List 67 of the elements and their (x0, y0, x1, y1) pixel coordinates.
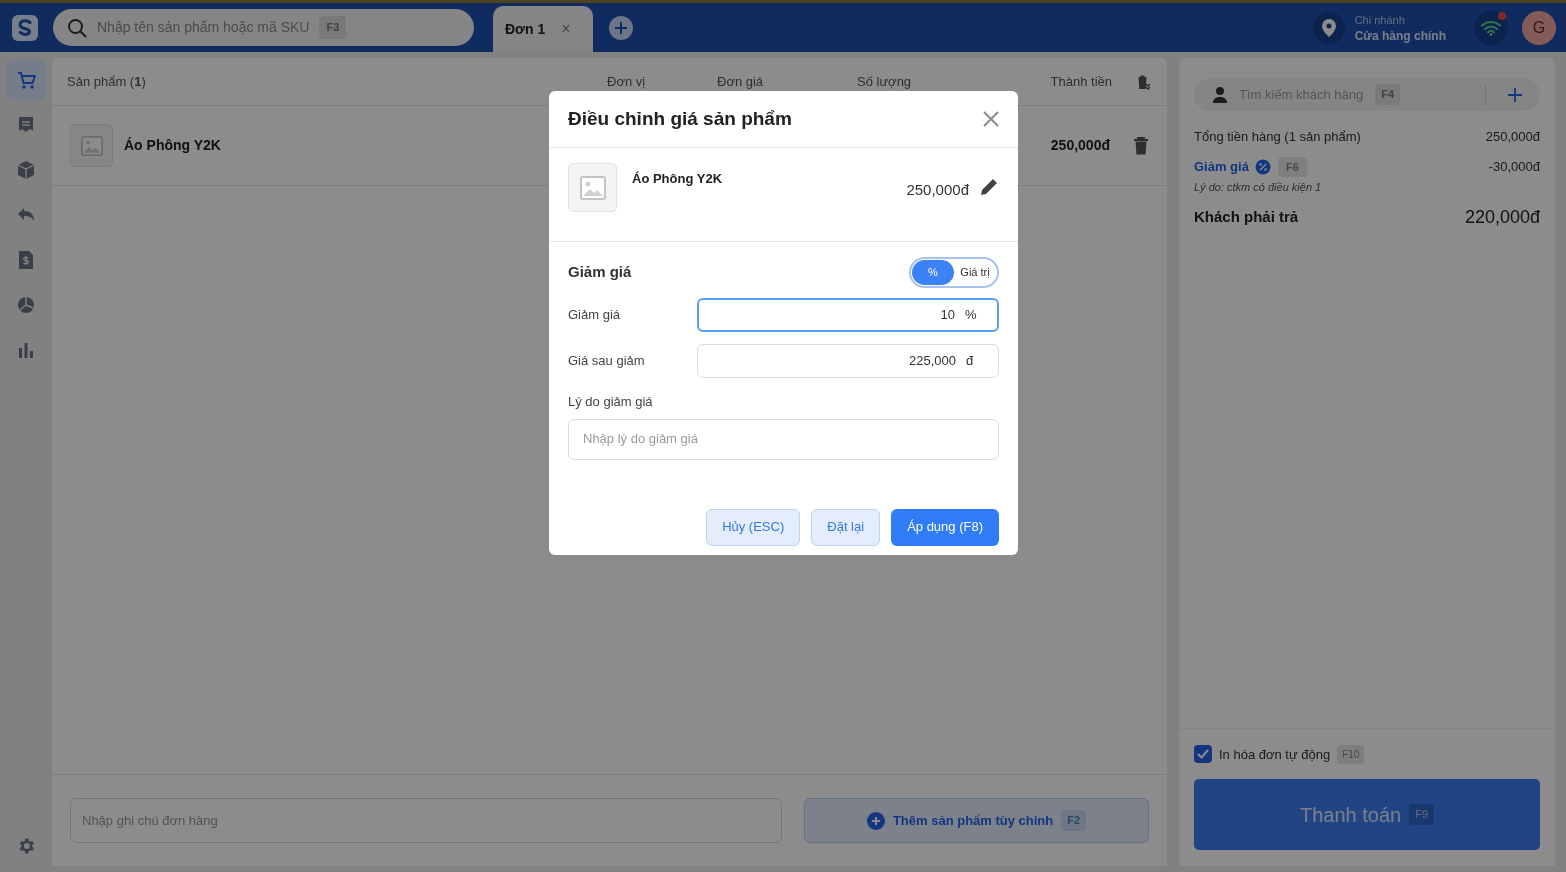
discount-link[interactable]: Giảm giá (1194, 157, 1249, 177)
line-total: 250,000đ (1050, 136, 1110, 155)
apply-button[interactable]: Áp dụng (F8) (891, 508, 999, 546)
invoice-icon (16, 250, 36, 270)
summary-label: Khách phải trả (1194, 206, 1299, 227)
search-field[interactable]: Nhập tên sản phẩm hoặc mã SKU F3 (53, 9, 474, 46)
add-tab-button[interactable] (609, 15, 633, 40)
edit-icon[interactable] (979, 177, 999, 197)
order-tab[interactable]: Đơn 1 × (493, 6, 593, 52)
order-note-field[interactable]: Nhập ghi chú đơn hàng (70, 798, 782, 843)
field-label: Giá sau giảm (568, 352, 646, 371)
checkbox-label: In hóa đơn tự động (1219, 745, 1331, 764)
search-placeholder: Nhập tên sản phẩm hoặc mã SKU (97, 18, 310, 37)
close-icon[interactable] (983, 111, 999, 127)
add-custom-product-button[interactable]: Thêm sản phẩm tùy chỉnh F2 (804, 798, 1149, 843)
checkbox[interactable] (1194, 745, 1212, 764)
dialog-button[interactable]: Hủy (ESC) (706, 508, 801, 546)
pie-chart-icon (16, 295, 36, 315)
shortcut-key: F9 (1409, 804, 1434, 825)
number-field[interactable]: 10 % (697, 298, 999, 332)
column-header: Đơn giá (717, 72, 765, 91)
dialog-button[interactable]: Đặt lại (811, 508, 881, 546)
box-icon (16, 160, 36, 180)
column-header: Thành tiền (1049, 72, 1112, 91)
person-icon (1213, 86, 1227, 103)
logo-icon (12, 14, 38, 41)
plus-icon (614, 20, 628, 35)
product-name: Áo Phông Y2K (124, 136, 222, 155)
total-value: 220,000đ (1464, 205, 1540, 229)
toggle-option[interactable]: Giá trị (954, 260, 996, 285)
bar-chart-icon (16, 340, 36, 360)
shortcut-key: F4 (1375, 84, 1401, 105)
image-icon (579, 175, 606, 200)
search-icon (67, 17, 87, 38)
summary-value: -30,000đ (1488, 158, 1540, 177)
cart-icon (16, 70, 36, 90)
image-icon (80, 135, 103, 156)
product-name: Áo Phông Y2K (632, 170, 724, 188)
delete-icon[interactable] (1133, 136, 1149, 155)
dialog-title: Điều chỉnh giá sản phẩm (568, 106, 793, 131)
plus-circle-icon (866, 811, 885, 830)
product-price: 250,000đ (906, 180, 969, 200)
field-label: Lý do giảm giá (568, 393, 654, 411)
wifi-icon[interactable] (1474, 10, 1508, 45)
field-label: Giảm giá (568, 306, 622, 325)
summary-value: 250,000đ (1485, 128, 1540, 147)
discount-badge-icon (1254, 159, 1271, 175)
sidebar-item[interactable] (6, 60, 46, 100)
location-icon (1312, 11, 1345, 44)
number-field[interactable]: 225,000 đ (697, 344, 999, 378)
discount-reason: Lý do: ctkm có điều kiện 1 (1194, 180, 1323, 195)
add-customer-icon[interactable] (1508, 87, 1522, 102)
column-header: Số lượng (857, 72, 913, 91)
column-header: Đơn vị (607, 72, 647, 91)
close-tab-button[interactable]: × (561, 17, 571, 41)
reason-field[interactable]: Nhập lý do giảm giá (568, 418, 999, 460)
shortcut-key: F2 (1061, 810, 1087, 831)
column-header: Sản phẩm (1) (67, 72, 147, 91)
shortcut-key: F3 (319, 16, 347, 39)
branch-name: Cửa hàng chính (1354, 27, 1446, 44)
avatar[interactable]: G (1522, 10, 1556, 45)
section-title: Giảm giá (568, 262, 632, 283)
pay-button[interactable]: Thanh toán F9 (1194, 779, 1540, 850)
branch-label: Chi nhánh (1354, 12, 1406, 28)
toggle-option[interactable]: % (912, 260, 954, 285)
summary-label: Tổng tiền hàng (1 sản phẩm) (1194, 128, 1361, 147)
receipt-icon (16, 115, 36, 135)
